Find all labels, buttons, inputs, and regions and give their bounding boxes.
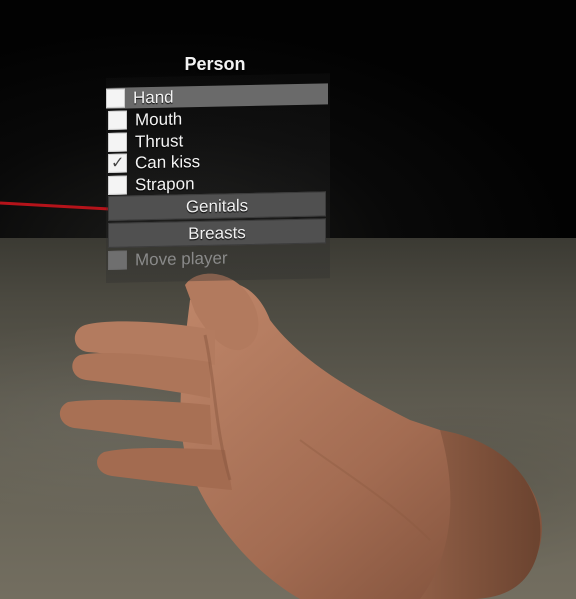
genitals-button[interactable]: Genitals [108, 191, 326, 221]
option-move-player: Move player [108, 247, 228, 271]
menu-title: Person [184, 54, 246, 74]
option-label: Strapon [135, 173, 195, 194]
strapon-checkbox[interactable] [108, 175, 127, 195]
option-strapon[interactable]: Strapon [108, 173, 195, 196]
can-kiss-checkbox[interactable]: ✓ [108, 153, 127, 173]
move-player-checkbox [108, 250, 127, 270]
option-label: Move player [135, 247, 228, 269]
option-label: Can kiss [135, 151, 201, 172]
option-label: Hand [133, 87, 174, 107]
option-thrust[interactable]: Thrust [108, 130, 183, 153]
option-label: Mouth [135, 108, 183, 129]
option-label: Thrust [135, 130, 184, 151]
mouth-checkbox[interactable] [108, 110, 127, 130]
vr-scene: Person Hand Mouth Thrust ✓ Can kiss Stra… [0, 0, 576, 599]
option-hand[interactable]: Hand [106, 83, 328, 109]
checkmark-icon: ✓ [111, 154, 125, 172]
option-mouth[interactable]: Mouth [108, 108, 182, 131]
person-menu-panel: Hand Mouth Thrust ✓ Can kiss Strapon Gen… [106, 73, 330, 284]
thrust-checkbox[interactable] [108, 132, 127, 152]
breasts-button[interactable]: Breasts [108, 218, 326, 248]
option-can-kiss[interactable]: ✓ Can kiss [108, 151, 200, 174]
hand-checkbox[interactable] [106, 88, 125, 108]
